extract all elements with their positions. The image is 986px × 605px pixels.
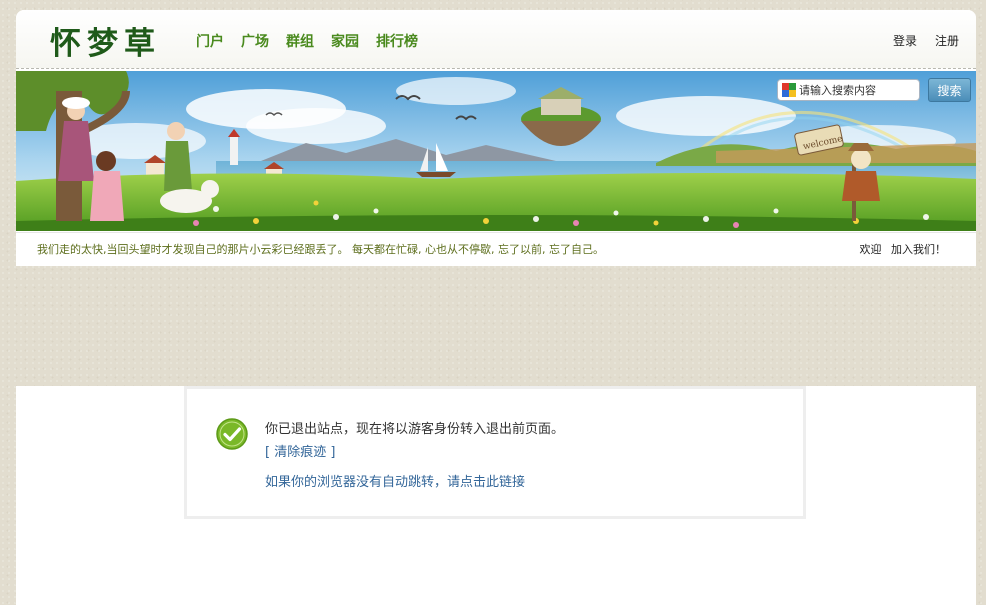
logout-message: 你已退出站点，现在将以游客身份转入退出前页面。	[265, 422, 565, 437]
login-link[interactable]: 登录	[893, 32, 917, 49]
site-tagline: 我们走的太快,当回头望时才发现自己的那片小云彩已经跟丢了。 每天都在忙碌, 心也…	[37, 243, 604, 256]
search-box[interactable]	[777, 79, 920, 101]
nav-rankings[interactable]: 排行榜	[376, 31, 418, 51]
site-header: 怀梦草 门户 广场 群组 家园 排行榜 登录 注册 welcome 请输入搜索内…	[16, 10, 976, 266]
header-banner: welcome 搜索	[16, 71, 976, 231]
main-nav: 门户 广场 群组 家园 排行榜	[196, 31, 435, 51]
join-us-link[interactable]: 加入我们！	[891, 243, 946, 256]
search-input[interactable]	[799, 83, 909, 97]
tagline-bar: 我们走的太快,当回头望时才发现自己的那片小云彩已经跟丢了。 每天都在忙碌, 心也…	[16, 232, 976, 266]
nav-groups[interactable]: 群组	[286, 31, 314, 51]
clear-trace-link[interactable]: [ 清除痕迹 ]	[265, 441, 335, 460]
nav-portal[interactable]: 门户	[196, 31, 224, 51]
redirect-link[interactable]: 如果你的浏览器没有自动跳转，请点击此链接	[265, 471, 525, 490]
welcome-area: 欢迎 加入我们！	[860, 241, 947, 257]
search-engine-icon	[782, 83, 796, 97]
nav-square[interactable]: 广场	[241, 31, 269, 51]
register-link[interactable]: 注册	[935, 32, 959, 49]
main-content: 你已退出站点，现在将以游客身份转入退出前页面。 [ 清除痕迹 ] 如果你的浏览器…	[16, 386, 976, 605]
top-bar: 怀梦草 门户 广场 群组 家园 排行榜 登录 注册	[16, 10, 976, 69]
nav-home[interactable]: 家园	[331, 31, 359, 51]
welcome-greeting: 欢迎	[859, 243, 882, 256]
site-logo[interactable]: 怀梦草	[50, 18, 161, 63]
search-button[interactable]: 搜索	[928, 78, 971, 102]
logout-message-box: 你已退出站点，现在将以游客身份转入退出前页面。 [ 清除痕迹 ] 如果你的浏览器…	[184, 386, 806, 519]
success-check-icon	[216, 418, 248, 450]
user-links: 登录 注册	[875, 32, 959, 49]
